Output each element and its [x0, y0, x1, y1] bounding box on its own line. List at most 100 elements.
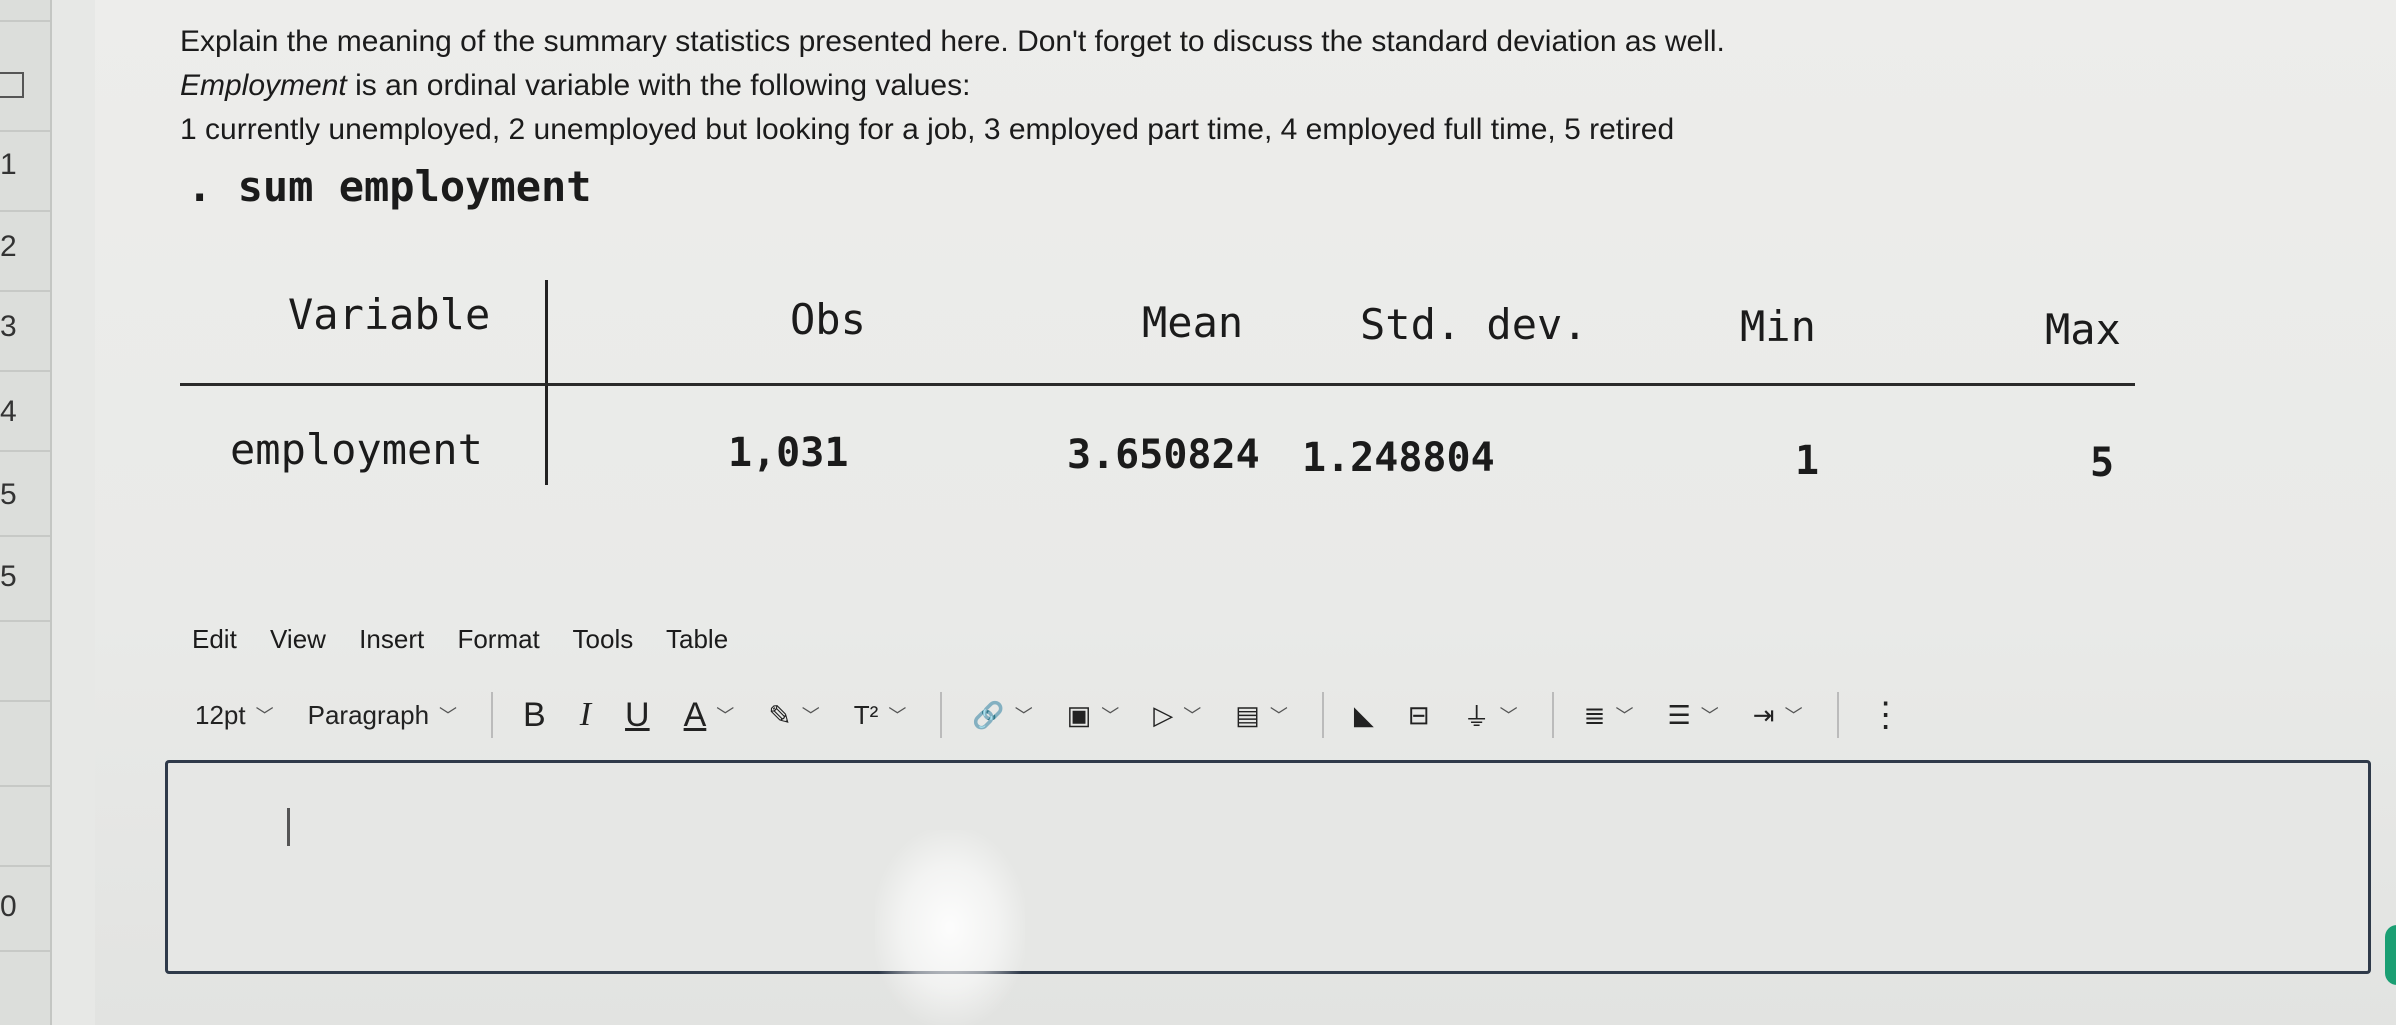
list-button[interactable]: ☰ ﹀ [1667, 700, 1718, 731]
image-button[interactable]: ▣ ﹀ [1067, 700, 1120, 731]
document-icon: ▤ [1235, 699, 1260, 730]
highlight-icon: ✎ [768, 699, 792, 731]
header-obs: Obs [790, 295, 866, 344]
chevron-down-icon: ﹀ [1183, 706, 1202, 726]
menu-format[interactable]: Format [457, 624, 539, 654]
gutter-number: 3 [0, 310, 17, 343]
gutter-number: 1 [0, 148, 17, 181]
list-icon: ☰ [1667, 699, 1691, 730]
row-variable: employment [230, 425, 483, 474]
chevron-down-icon: ﹀ [1101, 706, 1120, 726]
chevron-down-icon: ﹀ [1014, 706, 1033, 726]
chevron-down-icon: ﹀ [1499, 706, 1518, 726]
media-button[interactable]: ▷ ﹀ [1153, 700, 1201, 731]
align-button[interactable]: ≣ ﹀ [1584, 700, 1634, 731]
font-size-dropdown[interactable]: 12pt ﹀ [195, 700, 274, 731]
superscript-button[interactable]: T² ﹀ [854, 700, 907, 731]
media-icon: ▷ [1153, 699, 1174, 730]
summary-statistics-table: Variable Obs Mean Std. dev. Min Max empl… [180, 270, 2135, 490]
plugin-button[interactable]: ⏚ ﹀ [1464, 697, 1518, 734]
chevron-down-icon: ﹀ [888, 706, 907, 726]
align-icon: ≣ [1583, 699, 1606, 730]
block-format-dropdown[interactable]: Paragraph ﹀ [308, 700, 457, 731]
chevron-down-icon: ﹀ [716, 706, 735, 726]
bold-button[interactable]: B [523, 696, 546, 735]
menu-table[interactable]: Table [666, 624, 728, 654]
editor-text-area[interactable] [182, 785, 2352, 955]
gutter-line [0, 130, 50, 132]
row-max: 5 [2090, 440, 2115, 486]
stata-command: . sum employment [187, 162, 592, 211]
screen-glare [875, 830, 1025, 1025]
question-line-1: Explain the meaning of the summary stati… [180, 25, 1725, 58]
gutter-line [0, 370, 50, 372]
gutter-line [0, 950, 50, 952]
chevron-down-icon: ﹀ [1700, 706, 1719, 726]
link-icon: 🔗 [972, 699, 1005, 730]
gutter-number: 5 [0, 560, 17, 593]
question-line-3: 1 currently unemployed, 2 unemployed but… [180, 113, 1675, 146]
chevron-down-icon: ﹀ [255, 706, 274, 726]
question-line-2-rest: is an ordinal variable with the followin… [346, 69, 971, 102]
font-size-value: 12pt [195, 699, 246, 730]
menu-edit[interactable]: Edit [192, 624, 237, 654]
menu-tools[interactable]: Tools [573, 624, 634, 654]
header-min: Min [1740, 302, 1816, 351]
editor-menubar: Edit View Insert Format Tools Table [192, 624, 754, 655]
menu-view[interactable]: View [270, 624, 326, 654]
text-caret [287, 808, 290, 846]
gutter-number: 0 [0, 890, 17, 923]
embed-button[interactable]: ⊟ [1408, 700, 1430, 731]
toolbar-separator [1551, 692, 1554, 738]
grammarly-icon[interactable]: G [2385, 925, 2396, 985]
toolbar-separator [1321, 692, 1324, 738]
variable-name: Employment [180, 69, 347, 102]
gutter-line [0, 290, 50, 292]
toolbar-separator [1836, 692, 1839, 738]
gutter-line [0, 785, 50, 787]
italic-button[interactable]: I [580, 696, 591, 734]
row-min: 1 [1795, 438, 1820, 484]
link-button[interactable]: 🔗 ﹀ [972, 700, 1032, 731]
superscript-icon: T² [853, 699, 879, 730]
plugin-icon: ⏚ [1463, 701, 1490, 732]
header-variable: Variable [288, 290, 491, 339]
chevron-down-icon: ﹀ [439, 706, 458, 726]
gutter-line [0, 210, 50, 212]
indent-icon: ⇥ [1752, 699, 1775, 730]
header-max: Max [2045, 305, 2121, 354]
gutter-number: 2 [0, 230, 17, 263]
header-mean: Mean [1142, 298, 1244, 347]
toolbar-separator [940, 692, 943, 738]
table-divider-horizontal [180, 383, 2135, 386]
chevron-down-icon: ﹀ [1269, 706, 1288, 726]
question-text: Explain the meaning of the summary stati… [180, 20, 1725, 152]
gutter-line [0, 20, 50, 22]
more-options-button[interactable]: ⋮ [1869, 695, 1903, 735]
menu-insert[interactable]: Insert [359, 624, 424, 654]
question-panel: ⌃ Explain the meaning of the summary sta… [95, 0, 2396, 1025]
gutter-line [0, 535, 50, 537]
gutter-line [0, 450, 50, 452]
answer-editor[interactable] [165, 760, 2371, 974]
apps-button[interactable]: ◣ [1354, 700, 1374, 731]
apps-icon: ◣ [1353, 699, 1374, 730]
document-button[interactable]: ▤ ﹀ [1235, 700, 1288, 731]
chevron-down-icon: ﹀ [1615, 706, 1634, 726]
text-color-button[interactable]: A ﹀ [684, 696, 735, 735]
row-obs: 1,031 [728, 430, 849, 476]
row-std-dev: 1.248804 [1302, 435, 1495, 481]
gutter-icon [0, 72, 24, 98]
image-icon: ▣ [1066, 699, 1092, 730]
block-format-value: Paragraph [307, 699, 430, 730]
header-std-dev: Std. dev. [1360, 300, 1588, 349]
text-color-icon: A [683, 695, 707, 734]
gutter-line [0, 865, 50, 867]
toolbar-separator [491, 692, 494, 738]
question-line-2: Employment is an ordinal variable with t… [180, 64, 1725, 108]
chevron-down-icon: ﹀ [801, 706, 820, 726]
highlight-button[interactable]: ✎ ﹀ [768, 699, 819, 732]
underline-button[interactable]: U [625, 696, 650, 735]
indent-button[interactable]: ⇥ ﹀ [1753, 700, 1803, 731]
line-number-gutter: 1 2 3 4 5 5 0 [0, 0, 52, 1025]
